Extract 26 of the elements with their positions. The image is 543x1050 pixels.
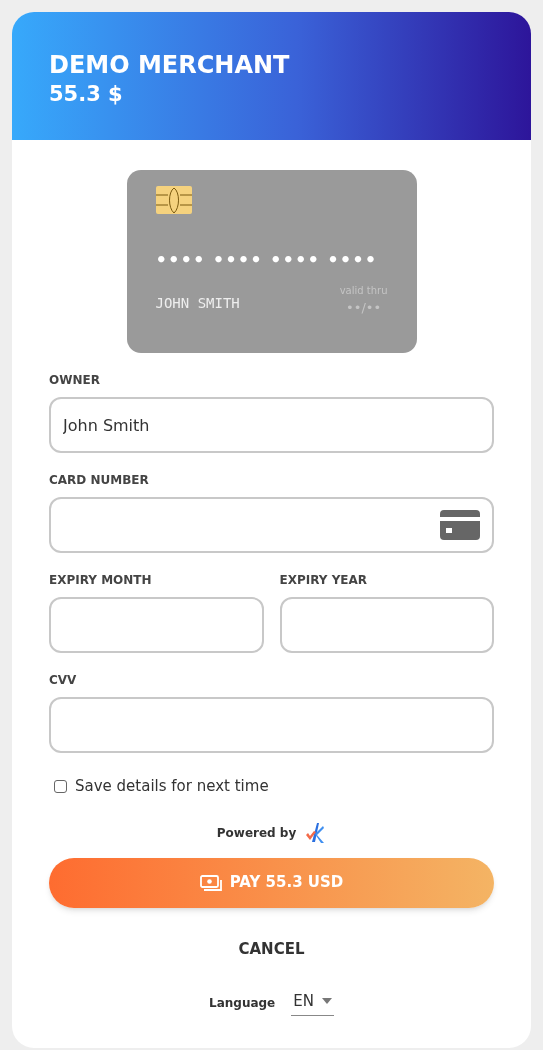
checkbox[interactable] [54, 779, 67, 793]
checkbox-label: Save details for next time [75, 776, 269, 797]
input-field[interactable] [49, 597, 264, 653]
merchant-name: DEMO MERCHANT [49, 50, 291, 80]
caret-icon [321, 998, 332, 1005]
field-label: CVV [49, 672, 78, 689]
field-label: EXPIRY YEAR [279, 572, 369, 589]
credit-card-icon [440, 510, 480, 540]
amount: 55.3 $ [49, 81, 124, 108]
card-holder: JOHN SMITH [155, 293, 240, 313]
expiry-mask: ••/•• [346, 299, 382, 317]
field-label: OWNER [49, 372, 101, 389]
field-label: EXPIRY MONTH [49, 572, 153, 589]
cash-icon [199, 874, 222, 891]
input-field[interactable]: John Smith [49, 397, 494, 453]
input-field[interactable] [49, 497, 494, 553]
field-label: CARD NUMBER [49, 472, 150, 489]
logo-icon [304, 821, 327, 844]
language-label: Language [209, 994, 276, 1012]
powered-by-text: Powered by [216, 824, 297, 842]
input-field[interactable] [49, 697, 494, 753]
chip-icon [155, 186, 192, 214]
cancel-button[interactable]: CANCEL [230, 937, 313, 960]
input-field[interactable] [279, 597, 494, 653]
card-number-mask: •••• •••• •••• •••• [155, 248, 379, 272]
language-select[interactable]: EN [291, 990, 334, 1016]
